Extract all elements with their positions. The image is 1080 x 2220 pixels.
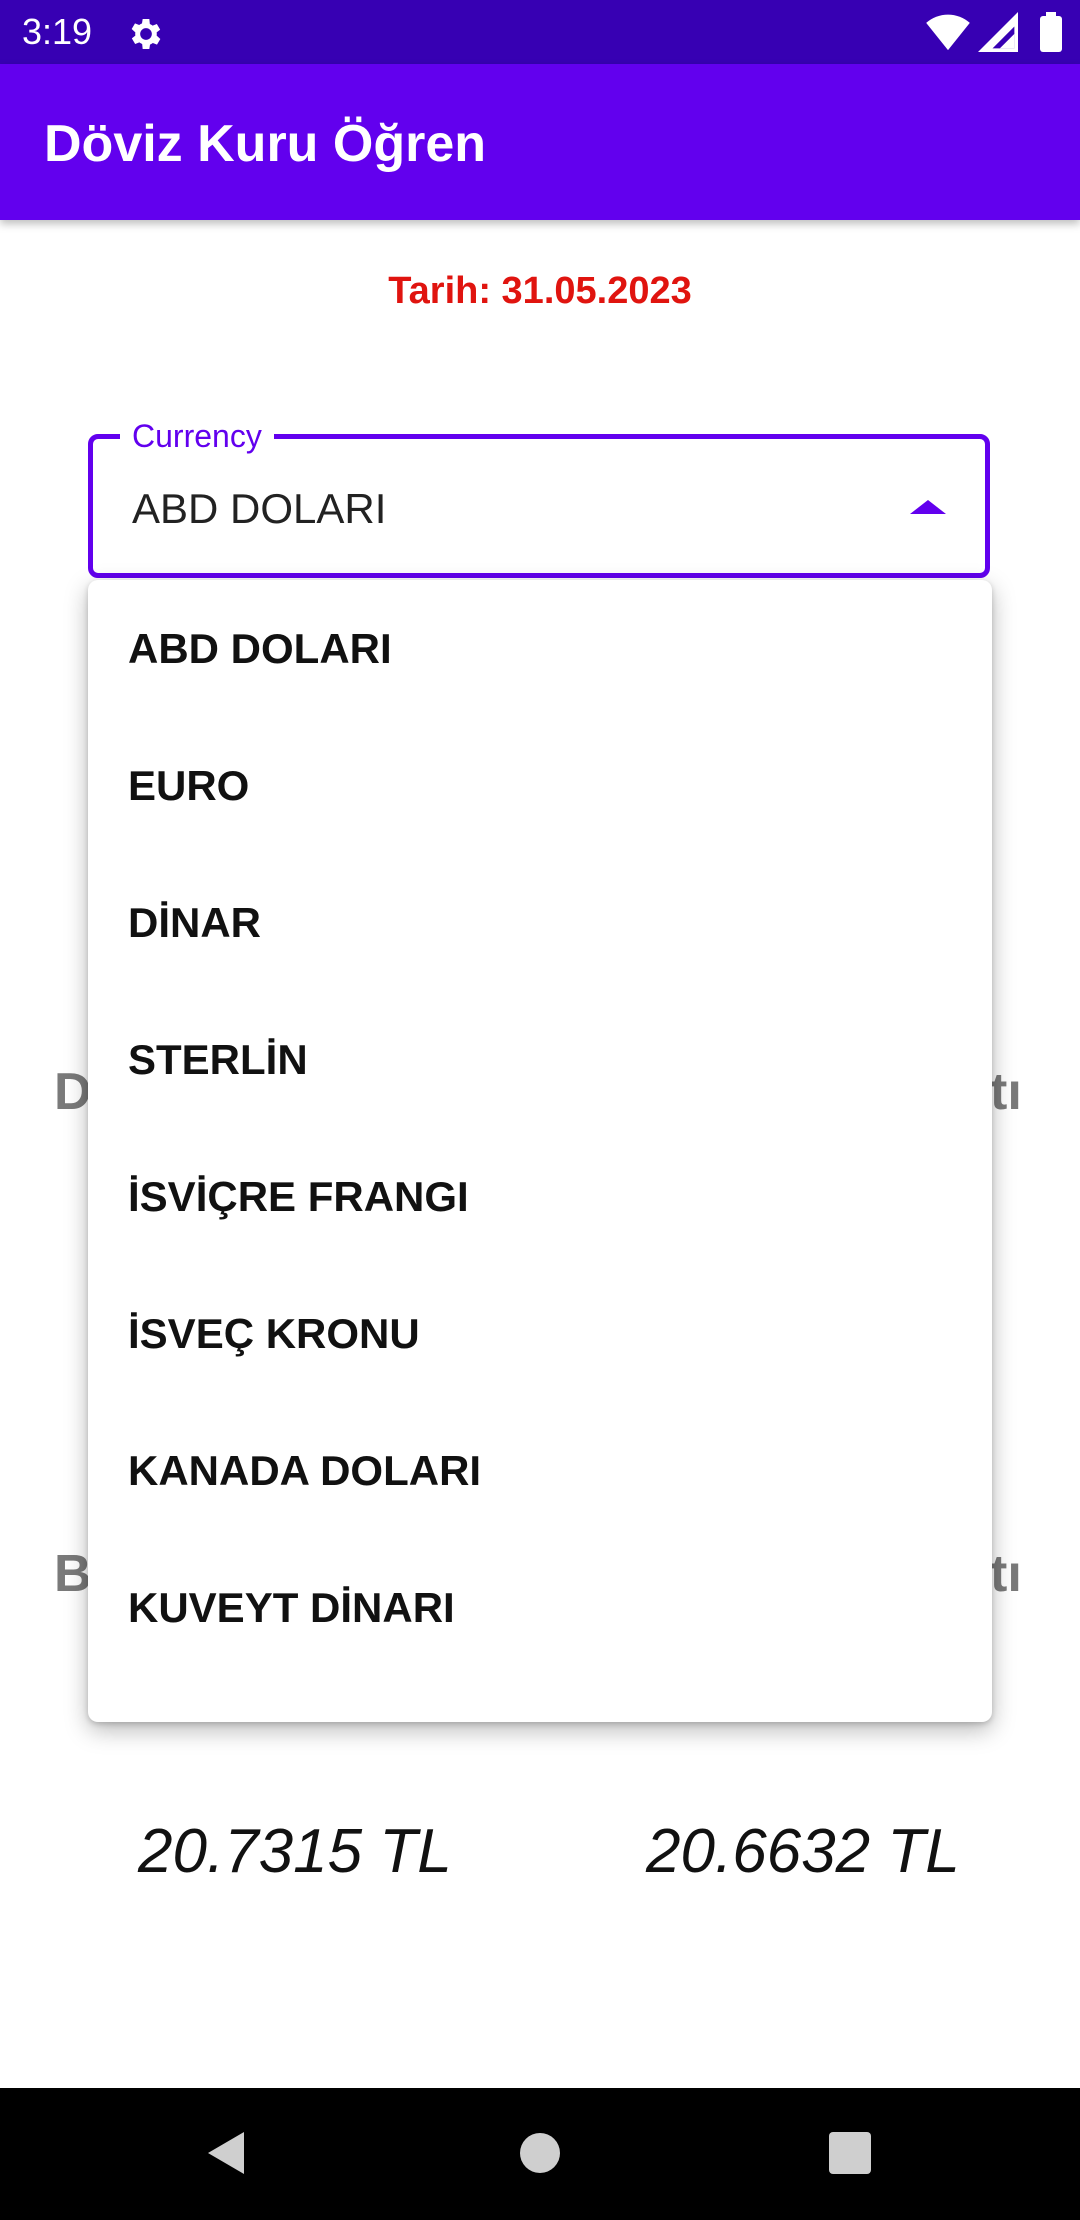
- dropdown-item-sterlin[interactable]: STERLİN: [88, 991, 992, 1128]
- buy-price: 20.7315 TL: [138, 1817, 452, 1886]
- battery-icon: [1040, 12, 1062, 52]
- dropdown-item-dinar[interactable]: DİNAR: [88, 854, 992, 991]
- dropdown-item-isvec-kronu[interactable]: İSVEÇ KRONU: [88, 1265, 992, 1402]
- navigation-bar: [0, 2088, 1080, 2220]
- dropdown-item-label: ABD DOLARI: [128, 625, 392, 672]
- dropdown-item-kuveyt-dinari[interactable]: KUVEYT DİNARI: [88, 1539, 992, 1676]
- dropdown-item-kanada-dolari[interactable]: KANADA DOLARI: [88, 1402, 992, 1539]
- app-bar: Döviz Kuru Öğren: [0, 64, 1080, 220]
- wifi-icon: [926, 14, 970, 51]
- sell-label-partial: tı: [990, 1545, 1022, 1603]
- buy-header-partial: D: [54, 1063, 92, 1121]
- dropdown-item-abd-dolari[interactable]: ABD DOLARI: [88, 580, 992, 717]
- back-icon[interactable]: [192, 2118, 262, 2188]
- dropdown-item-label: İSVEÇ KRONU: [128, 1310, 420, 1357]
- dropdown-item-isvicre-frangi[interactable]: İSVİÇRE FRANGI: [88, 1128, 992, 1265]
- sell-price: 20.6632 TL: [646, 1817, 960, 1886]
- gear-icon: [131, 19, 161, 49]
- home-icon[interactable]: [505, 2118, 575, 2188]
- sell-header-partial: tı: [990, 1063, 1022, 1121]
- status-bar: 3:19: [0, 0, 1080, 64]
- arrow-up-icon[interactable]: [910, 496, 946, 520]
- currency-field-value[interactable]: ABD DOLARI: [132, 484, 386, 534]
- buy-label-partial: B: [54, 1545, 92, 1603]
- signal-icon: [978, 12, 1018, 52]
- dropdown-item-label: DİNAR: [128, 899, 261, 946]
- dropdown-item-euro[interactable]: EURO: [88, 717, 992, 854]
- dropdown-item-label: İSVİÇRE FRANGI: [128, 1173, 469, 1220]
- app-title: Döviz Kuru Öğren: [44, 115, 487, 173]
- currency-dropdown-menu: ABD DOLARI EURO DİNAR STERLİN İSVİÇRE FR…: [88, 580, 992, 1722]
- recents-icon[interactable]: [815, 2118, 885, 2188]
- status-time: 3:19: [22, 11, 93, 52]
- dropdown-item-label: EURO: [128, 762, 250, 809]
- currency-field-label: Currency: [120, 416, 274, 456]
- dropdown-item-label: KANADA DOLARI: [128, 1447, 482, 1494]
- dropdown-item-label: STERLİN: [128, 1036, 308, 1083]
- date-text: Tarih: 31.05.2023: [388, 270, 692, 312]
- dropdown-item-label: KUVEYT DİNARI: [128, 1584, 455, 1631]
